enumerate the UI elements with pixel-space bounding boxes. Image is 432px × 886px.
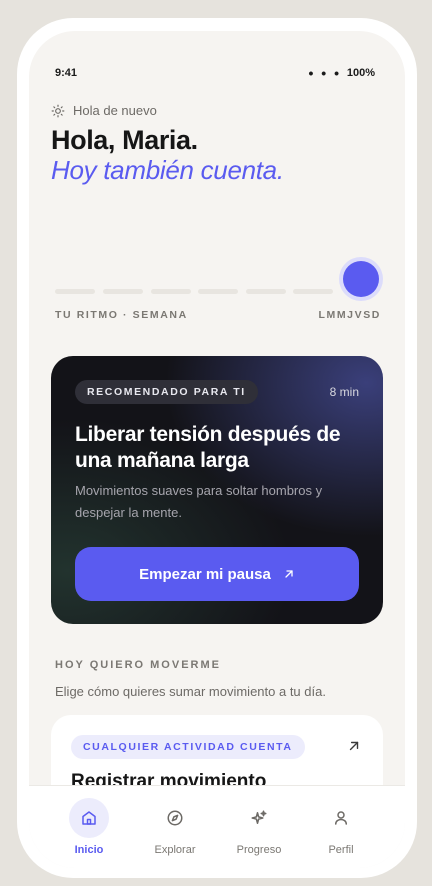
app-screen: 9:41 • • • 100% Hola de nuevo Hola, Mari… bbox=[29, 31, 405, 868]
greeting-text: Hola de nuevo bbox=[73, 103, 157, 118]
tab-icon-wrap bbox=[239, 798, 279, 838]
activity-tag: CUALQUIER ACTIVIDAD CUENTA bbox=[71, 735, 305, 759]
sun-icon bbox=[51, 104, 65, 117]
rhythm-day-segment bbox=[103, 289, 143, 294]
battery-level: 100% bbox=[346, 67, 375, 79]
page-subtitle: Hoy también cuenta. bbox=[51, 155, 284, 185]
signal-dots-icon: • • • bbox=[308, 65, 341, 81]
tab-icon-wrap bbox=[69, 798, 109, 838]
phone-frame: 9:41 • • • 100% Hola de nuevo Hola, Mari… bbox=[17, 18, 417, 878]
rhythm-day-segment bbox=[293, 289, 333, 294]
home-icon bbox=[82, 811, 96, 825]
arrow-up-right-icon bbox=[349, 741, 359, 751]
sparkles-icon bbox=[251, 810, 267, 824]
page-title: Hola, Maria. bbox=[51, 125, 198, 155]
tab-icon-wrap bbox=[155, 798, 195, 838]
status-bar: 9:41 • • • 100% bbox=[29, 65, 405, 81]
rhythm-day-segment bbox=[198, 289, 238, 294]
recommended-title: Liberar tensión después de una mañana la… bbox=[75, 423, 341, 472]
status-time: 9:41 bbox=[55, 67, 78, 79]
greeting-row: Hola de nuevo bbox=[51, 103, 157, 118]
tab-explorar[interactable]: Explorar bbox=[135, 798, 215, 858]
session-duration: 8 min bbox=[329, 385, 359, 399]
tab-label: Explorar bbox=[154, 844, 196, 856]
rhythm-days: LMMJVSD bbox=[318, 309, 381, 321]
recommended-badge: RECOMENDADO PARA TI bbox=[75, 380, 258, 404]
section-description: Elige cómo quieres sumar movimiento a tu… bbox=[55, 684, 326, 699]
user-icon bbox=[335, 811, 347, 825]
recommended-card[interactable]: RECOMENDADO PARA TI 8 min Liberar tensió… bbox=[51, 356, 383, 624]
tab-progreso[interactable]: Progreso bbox=[219, 798, 299, 858]
bottom-tab-bar: Inicio Explorar Progreso Perfil bbox=[29, 785, 405, 868]
rhythm-today-dot[interactable] bbox=[343, 261, 379, 297]
weekly-rhythm: TU RITMO · SEMANA LMMJVSD bbox=[55, 253, 383, 321]
rhythm-label: TU RITMO · SEMANA bbox=[55, 309, 188, 321]
rhythm-day-segment bbox=[246, 289, 286, 294]
arrow-up-right-icon bbox=[285, 570, 293, 578]
rhythm-day-segment bbox=[151, 289, 191, 294]
start-pause-label: Empezar mi pausa bbox=[139, 565, 271, 583]
start-pause-button[interactable]: Empezar mi pausa bbox=[75, 547, 359, 601]
tab-perfil[interactable]: Perfil bbox=[301, 798, 381, 858]
rhythm-day-segment bbox=[55, 289, 95, 294]
section-title: HOY QUIERO MOVERME bbox=[55, 659, 221, 671]
tab-label: Progreso bbox=[236, 844, 282, 856]
tab-inicio[interactable]: Inicio bbox=[49, 798, 129, 858]
tab-label: Perfil bbox=[328, 844, 354, 856]
tab-label: Inicio bbox=[74, 844, 104, 856]
compass-icon bbox=[167, 810, 183, 826]
tab-icon-wrap bbox=[321, 798, 361, 838]
recommended-description: Movimientos suaves para soltar hombros y… bbox=[75, 483, 323, 520]
